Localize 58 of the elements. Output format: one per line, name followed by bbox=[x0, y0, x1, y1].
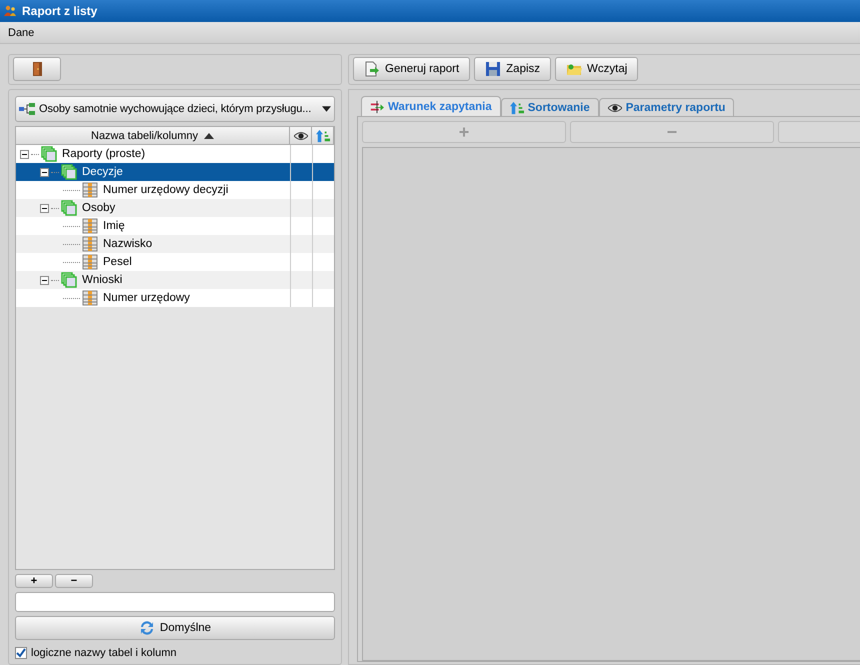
tab[interactable]: Parametry raportu bbox=[598, 98, 734, 116]
column-icon bbox=[82, 236, 98, 252]
table-icon bbox=[61, 272, 77, 288]
tree-item-label: Imię bbox=[103, 220, 125, 232]
toolbar-button[interactable]: Wczytaj bbox=[555, 57, 638, 81]
report-dropdown[interactable]: Osoby samotnie wychowujące dzieci, którym przysługu... bbox=[15, 96, 335, 122]
tree-row[interactable]: Raporty (proste) bbox=[16, 145, 334, 163]
table-icon bbox=[41, 146, 57, 162]
add-button[interactable]: + bbox=[15, 574, 53, 588]
column-icon bbox=[82, 254, 98, 270]
tree-item-label: Nazwisko bbox=[103, 238, 152, 250]
column-icon bbox=[82, 290, 98, 306]
collapse-icon[interactable] bbox=[40, 204, 49, 212]
filter-field[interactable] bbox=[15, 592, 335, 612]
tree-row[interactable]: Imię bbox=[16, 217, 334, 235]
table-icon bbox=[61, 200, 77, 216]
window-title: Raport z listy bbox=[22, 4, 98, 18]
remove-button[interactable]: − bbox=[55, 574, 93, 588]
caret-icon bbox=[322, 106, 331, 112]
sort-icon bbox=[510, 100, 524, 114]
checkbox[interactable] bbox=[15, 647, 27, 659]
tree-row[interactable]: Wnioski bbox=[16, 271, 334, 289]
tree-row[interactable]: Numer urzędowy bbox=[16, 289, 334, 307]
tree-item-label: Decyzje bbox=[82, 166, 123, 178]
tree-item-label: Numer urzędowy decyzji bbox=[103, 184, 228, 196]
collapse-icon[interactable] bbox=[40, 276, 49, 284]
collapse-icon[interactable] bbox=[20, 150, 29, 158]
tab[interactable]: Sortowanie bbox=[500, 98, 599, 116]
document-arrow-icon bbox=[364, 61, 380, 77]
defaults-button[interactable]: Domyślne bbox=[15, 616, 335, 640]
arrows-icon bbox=[370, 100, 384, 114]
table-icon bbox=[61, 164, 77, 180]
dropdown-value: Osoby samotnie wychowujące dzieci, którym przysługu... bbox=[39, 103, 312, 115]
tree-row[interactable]: Pesel bbox=[16, 253, 334, 271]
tab[interactable]: Warunek zapytania bbox=[361, 96, 501, 116]
tree-item-label: Osoby bbox=[82, 202, 116, 214]
diagram-icon bbox=[19, 101, 35, 117]
sort-icon bbox=[316, 128, 330, 142]
tree-item-label: Pesel bbox=[103, 256, 132, 268]
tree-row[interactable]: Nazwisko bbox=[16, 235, 334, 253]
column-icon bbox=[82, 218, 98, 234]
sort-ascending-icon bbox=[204, 132, 214, 138]
tree-row[interactable]: Osoby bbox=[16, 199, 334, 217]
people-icon bbox=[4, 5, 16, 17]
refresh-icon bbox=[138, 620, 155, 636]
toolbar-button[interactable]: Generuj raport bbox=[353, 57, 470, 81]
collapse-icon[interactable] bbox=[40, 168, 49, 176]
floppy-icon bbox=[485, 61, 502, 77]
tree-item-label: Numer urzędowy bbox=[103, 292, 190, 304]
tree-row[interactable]: Numer urzędowy decyzji bbox=[16, 181, 334, 199]
checkbox-label: logiczne nazwy tabel i kolumn bbox=[31, 647, 177, 659]
tree-item-label: Wnioski bbox=[82, 274, 122, 286]
menu-item[interactable]: Dane bbox=[6, 26, 36, 38]
exit-button[interactable] bbox=[13, 57, 61, 81]
tree-row[interactable]: Decyzje bbox=[16, 163, 334, 181]
toolbar-button[interactable]: Zapisz bbox=[474, 57, 552, 81]
tree-item-label: Raporty (proste) bbox=[62, 148, 146, 160]
column-icon bbox=[82, 182, 98, 198]
